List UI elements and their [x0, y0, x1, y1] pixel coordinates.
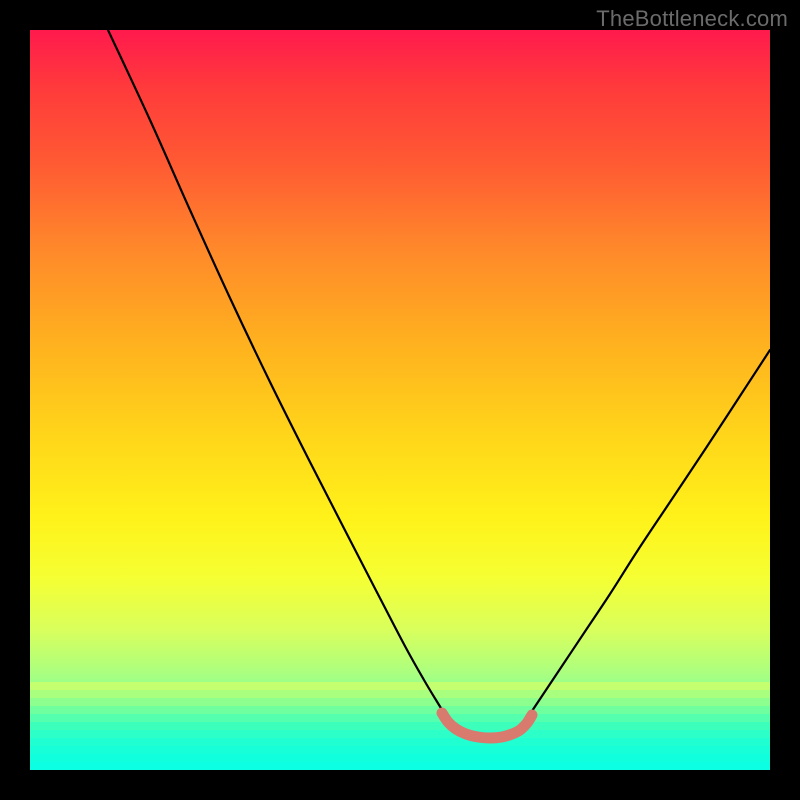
- bottom-highlight: [442, 713, 532, 738]
- right-curve: [530, 350, 770, 714]
- curve-layer: [30, 30, 770, 770]
- watermark-text: TheBottleneck.com: [596, 6, 788, 32]
- plot-area: [30, 30, 770, 770]
- left-curve: [108, 30, 444, 713]
- outer-frame: TheBottleneck.com: [0, 0, 800, 800]
